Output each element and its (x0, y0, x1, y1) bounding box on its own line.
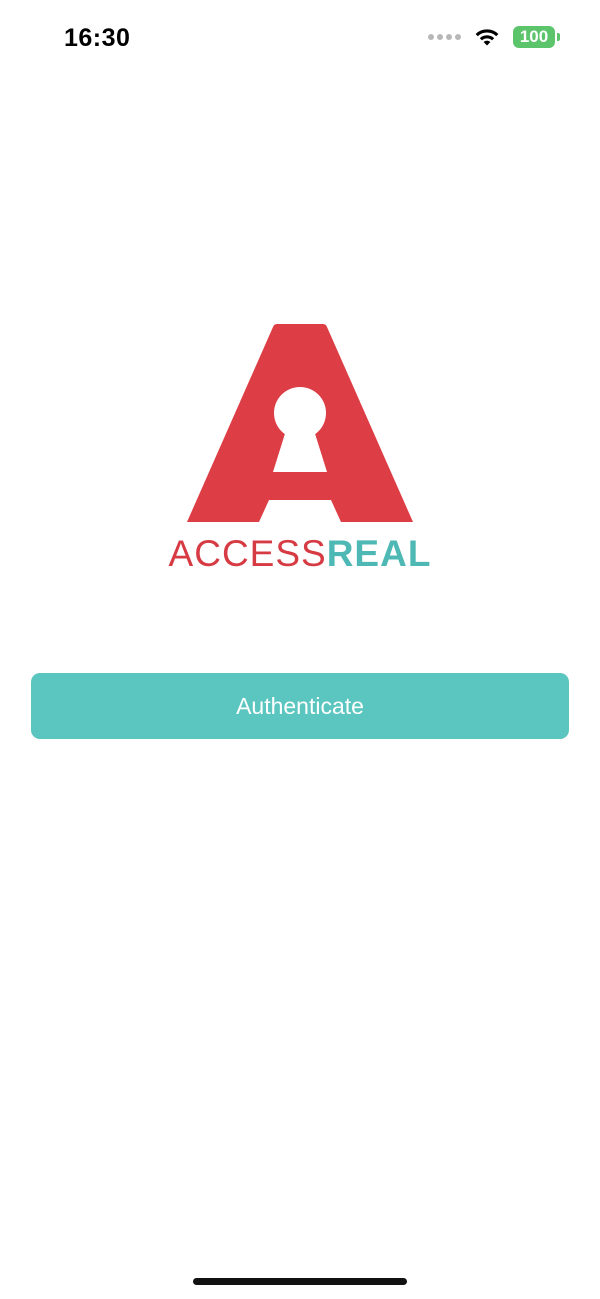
app-screen: 16:30 100 ACCESSREAL Authenticate (0, 0, 600, 1299)
logo-wordmark: ACCESSREAL (0, 532, 600, 576)
logo-word-real: REAL (326, 533, 432, 574)
cellular-signal-icon (428, 34, 461, 40)
status-time: 16:30 (64, 24, 131, 52)
home-indicator[interactable] (193, 1278, 407, 1285)
status-indicators: 100 (428, 26, 560, 48)
logo-keyhole-a-icon (187, 324, 413, 524)
battery-icon: 100 (513, 26, 560, 48)
logo-word-access: ACCESS (168, 533, 327, 574)
wifi-icon (473, 27, 501, 47)
accessreal-logo: ACCESSREAL (0, 322, 600, 582)
battery-level: 100 (513, 26, 555, 48)
status-bar: 16:30 100 (0, 0, 600, 80)
authenticate-button[interactable]: Authenticate (31, 673, 569, 739)
